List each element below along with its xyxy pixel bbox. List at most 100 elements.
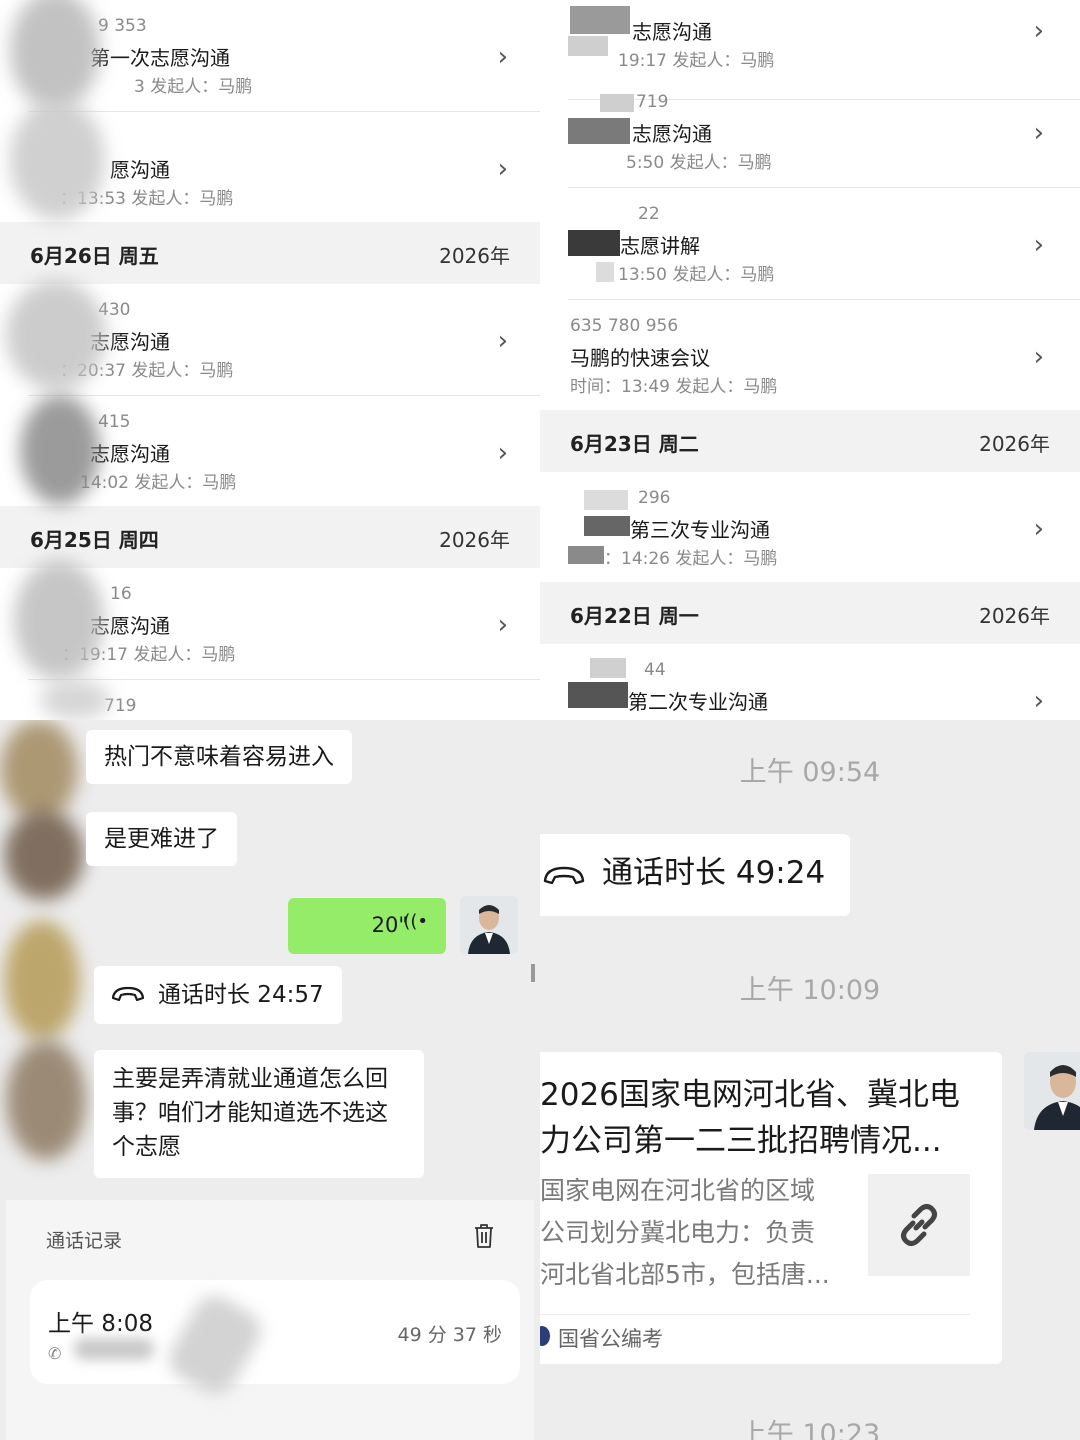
chevron-right-icon: › (497, 610, 508, 640)
scrollbar[interactable] (531, 964, 535, 982)
meeting-meta: 13:50 发起人：马鹏 (618, 265, 775, 285)
privacy-mosaic (568, 118, 630, 144)
meeting-id: 719 (636, 92, 669, 112)
voice-icon: ((• (403, 911, 428, 932)
privacy-mosaic (568, 230, 620, 256)
meeting-title: 马鹏的快速会议 (570, 346, 710, 370)
meeting-id: 9 353 (98, 16, 147, 36)
timestamp: 上午 10:09 (739, 975, 881, 1006)
message-text: 热门不意味着容易进入 (104, 744, 334, 770)
avatar[interactable] (1024, 1052, 1080, 1130)
privacy-mosaic (590, 658, 626, 678)
meeting-id: 415 (98, 412, 131, 432)
message-line: 事？咱们才能知道选不选这 (112, 1100, 388, 1126)
chevron-right-icon: › (497, 326, 508, 356)
date-header: 6月26日 周五 2026年 (0, 222, 540, 284)
meeting-id: 22 (638, 204, 660, 224)
avatar-blur (4, 810, 84, 900)
chat-right: 上午 09:54 通话时长 49:24 上午 10:09 2026国家电网河北省… (540, 720, 1080, 1440)
date-header: 6月23日 周二 2026年 (540, 410, 1080, 472)
meeting-list-left: 9 353 第一次志愿沟通 3 发起人：马鹏 › 愿沟通 ：13:53 发起人：… (0, 0, 540, 720)
privacy-blur (20, 395, 100, 505)
meeting-title: 第二次专业沟通 (628, 690, 768, 714)
date-label: 6月22日 周一 (570, 604, 699, 628)
card-desc-line: 公司划分冀北电力：负责 (540, 1218, 816, 1247)
card-title-line: 力公司第一二三批招聘情况... (540, 1123, 942, 1159)
chevron-right-icon: › (1033, 342, 1044, 372)
link-card[interactable]: 2026国家电网河北省、冀北电 力公司第一二三批招聘情况... 国家电网在河北省… (540, 1052, 1002, 1364)
message-text: 是更难进了 (104, 826, 219, 852)
source-logo-icon (540, 1326, 550, 1346)
privacy-blur (6, 280, 106, 390)
trash-icon[interactable] (472, 1222, 496, 1250)
card-desc-line: 国家电网在河北省的区域 (540, 1176, 816, 1205)
message-bubble[interactable]: 热门不意味着容易进入 (86, 730, 352, 784)
call-record-title: 通话记录 (46, 1230, 123, 1252)
privacy-mosaic (584, 490, 628, 510)
privacy-mosaic (584, 516, 630, 536)
avatar-blur (4, 920, 80, 1040)
link-icon (901, 1204, 937, 1246)
privacy-blur (162, 1288, 268, 1402)
divider (540, 1314, 970, 1315)
chevron-right-icon: › (1033, 230, 1044, 260)
year-label: 2026年 (979, 432, 1050, 456)
call-duration-text: 通话时长 49:24 (602, 855, 826, 891)
call-record-time: 上午 8:08 (48, 1311, 153, 1337)
voice-message[interactable]: 20" ((• (288, 898, 446, 954)
call-duration-bubble[interactable]: 通话时长 49:24 (540, 834, 850, 916)
chevron-right-icon: › (1033, 118, 1044, 148)
message-bubble[interactable]: 主要是弄清就业通道怎么回 事？咱们才能知道选不选这 个志愿 (94, 1050, 424, 1178)
meeting-title: 志愿沟通 (90, 442, 170, 466)
privacy-mosaic (570, 6, 630, 34)
meeting-list-right: 志愿沟通 19:17 发起人：马鹏 › 719 志愿沟通 5:50 发起人：马鹏… (540, 0, 1080, 720)
message-bubble[interactable]: 是更难进了 (86, 812, 237, 866)
chevron-right-icon: › (1033, 514, 1044, 544)
person-avatar-icon (460, 896, 518, 954)
privacy-blur (74, 1338, 154, 1360)
meeting-title: 志愿沟通 (632, 20, 712, 44)
privacy-blur (40, 680, 110, 720)
privacy-blur (14, 560, 104, 680)
avatar-blur (6, 1040, 86, 1160)
person-avatar-icon (1024, 1052, 1080, 1130)
card-desc-line: 河北省北部5市，包括唐... (540, 1260, 830, 1289)
meeting-id: 296 (638, 488, 671, 508)
call-record-item[interactable]: 上午 8:08 ✆ 49 分 37 秒 (30, 1280, 520, 1402)
year-label: 2026年 (979, 604, 1050, 628)
chevron-right-icon: › (1033, 16, 1044, 46)
meeting-meta: 19:17 发起人：马鹏 (618, 51, 775, 71)
chevron-right-icon: › (497, 42, 508, 72)
call-record-sheet: 通话记录 上午 8:08 ✆ 49 分 37 秒 (6, 1200, 534, 1440)
date-label: 6月23日 周二 (570, 432, 699, 456)
chevron-right-icon: › (497, 438, 508, 468)
timestamp: 上午 10:23 (739, 1419, 881, 1440)
privacy-mosaic (596, 262, 614, 282)
date-header: 6月22日 周一 2026年 (540, 582, 1080, 644)
meeting-meta: 时间：13:49 发起人：马鹏 (570, 377, 778, 397)
phone-icon (543, 866, 585, 885)
privacy-blur (10, 100, 105, 220)
meeting-meta: 3 发起人：马鹏 (134, 77, 253, 97)
call-duration-text: 通话时长 24:57 (158, 982, 324, 1008)
chevron-right-icon: › (497, 154, 508, 184)
meeting-title: 志愿讲解 (620, 234, 700, 258)
meeting-meta: ：14:26 发起人：马鹏 (604, 549, 778, 569)
meeting-title: 愿沟通 (110, 158, 170, 182)
call-duration-bubble[interactable]: 通话时长 24:57 (94, 966, 342, 1024)
meeting-item[interactable]: 22 志愿讲解 13:50 发起人：马鹏 › (540, 188, 1080, 300)
date-label: 6月26日 周五 (30, 244, 159, 268)
meeting-item[interactable]: 635 780 956 马鹏的快速会议 时间：13:49 发起人：马鹏 › (540, 300, 1080, 412)
call-record-duration: 49 分 37 秒 (397, 1324, 502, 1346)
chevron-right-icon: › (1033, 686, 1044, 716)
card-thumbnail (868, 1174, 970, 1276)
meeting-id: 16 (110, 584, 132, 604)
meeting-title: 志愿沟通 (632, 122, 712, 146)
meeting-meta: 5:50 发起人：马鹏 (626, 153, 772, 173)
timestamp: 上午 09:54 (739, 757, 881, 788)
avatar-blur (0, 720, 78, 820)
date-header: 6月25日 周四 2026年 (0, 506, 540, 568)
meeting-meta: 14:02 发起人：马鹏 (80, 473, 237, 493)
avatar[interactable] (460, 896, 518, 954)
privacy-mosaic (568, 36, 608, 56)
